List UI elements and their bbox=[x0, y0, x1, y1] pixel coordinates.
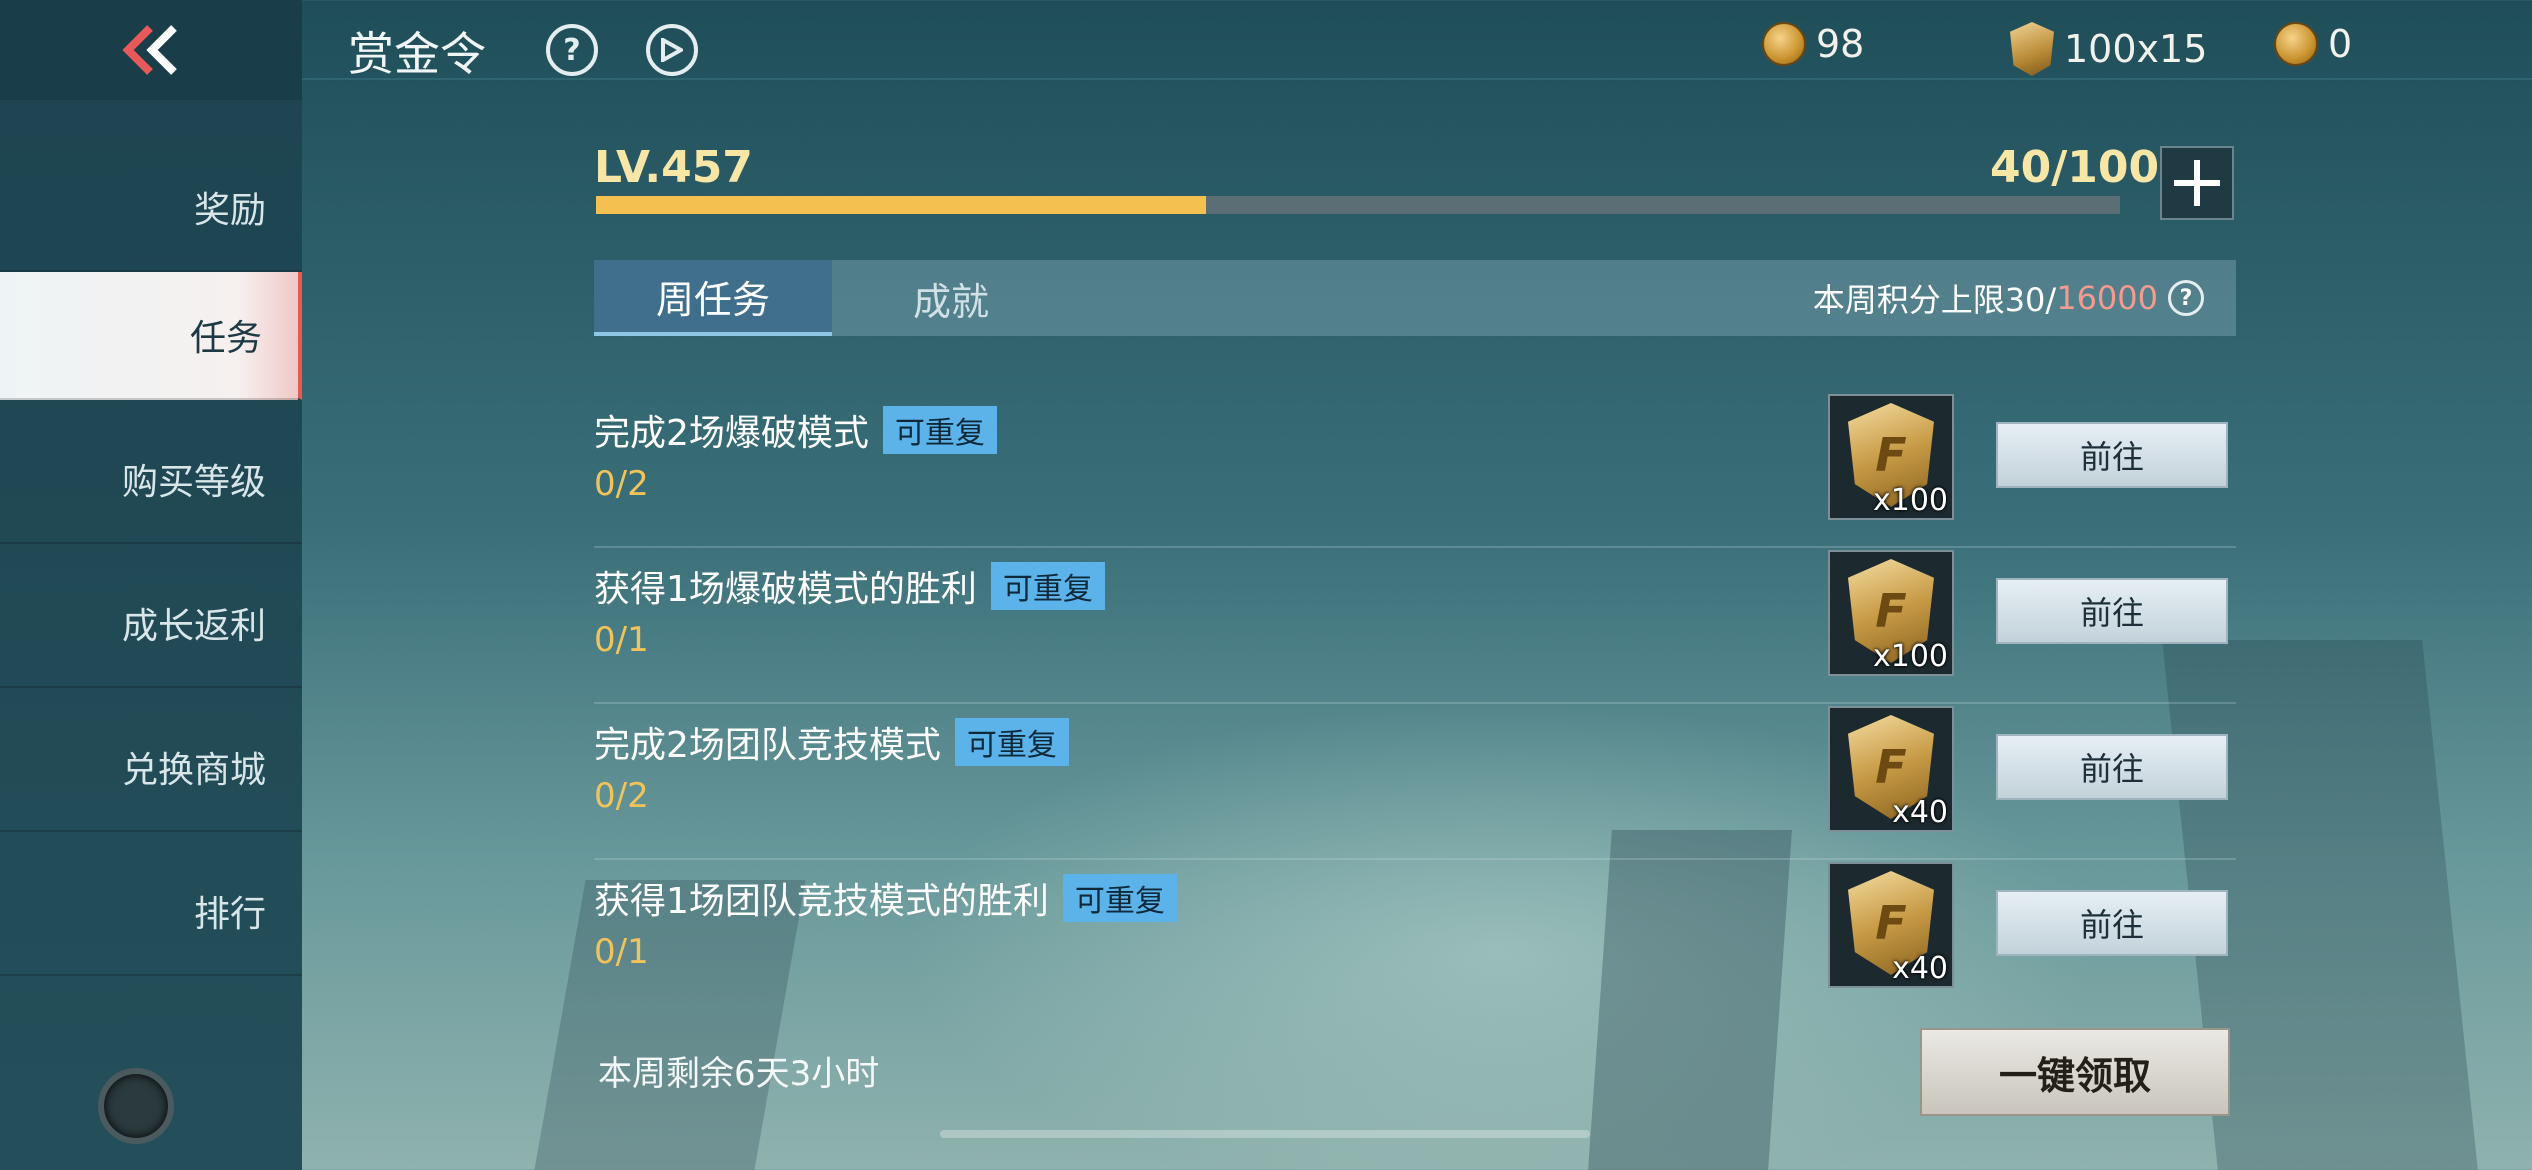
repeatable-tag: 可重复 bbox=[882, 406, 997, 454]
cf-badge-icon bbox=[2010, 22, 2054, 76]
go-button[interactable]: 前往 bbox=[1996, 734, 2228, 800]
gold-coin-icon bbox=[1762, 22, 1806, 66]
task-row: 获得1场团队竞技模式的胜利 可重复 0/1 F x40 前往 bbox=[594, 862, 2236, 1016]
buy-level-button[interactable] bbox=[2160, 146, 2234, 220]
currency-ticket[interactable]: 0 bbox=[2274, 22, 2352, 66]
reward-item[interactable]: F x40 bbox=[1828, 862, 1954, 988]
reward-item[interactable]: F x100 bbox=[1828, 550, 1954, 676]
sidebar-item-label: 奖励 bbox=[193, 190, 266, 231]
sidebar-item-label: 成长返利 bbox=[121, 606, 266, 647]
repeatable-tag: 可重复 bbox=[954, 718, 1069, 766]
task-progress: 0/2 bbox=[594, 464, 649, 504]
sidebar-item-tasks[interactable]: 任务 bbox=[0, 272, 302, 400]
question-circle-icon[interactable]: ? bbox=[2168, 280, 2204, 316]
task-title: 获得1场团队竞技模式的胜利 可重复 bbox=[594, 872, 1177, 924]
task-row: 完成2场爆破模式 可重复 0/2 F x100 前往 bbox=[594, 394, 2236, 548]
quota-max: 16000 bbox=[2056, 279, 2158, 317]
sidebar-item-label: 排行 bbox=[193, 894, 266, 935]
reward-count: x40 bbox=[1892, 795, 1948, 830]
plus-icon bbox=[2174, 160, 2220, 206]
task-title: 完成2场团队竞技模式 可重复 bbox=[594, 716, 1069, 768]
currency-value: 100x15 bbox=[2064, 27, 2208, 71]
reward-item[interactable]: F x40 bbox=[1828, 706, 1954, 832]
go-button[interactable]: 前往 bbox=[1996, 890, 2228, 956]
double-chevron-left-icon bbox=[122, 25, 177, 75]
reward-item[interactable]: F x100 bbox=[1828, 394, 1954, 520]
level-progress-text: 40/100 bbox=[1990, 142, 2160, 193]
task-row: 完成2场团队竞技模式 可重复 0/2 F x40 前往 bbox=[594, 706, 2236, 860]
claim-all-button[interactable]: 一键领取 bbox=[1920, 1028, 2230, 1116]
weekly-points-quota: 本周积分上限30/ 16000 ? bbox=[1813, 260, 2204, 336]
reward-count: x100 bbox=[1872, 639, 1948, 674]
question-circle-icon[interactable]: ? bbox=[546, 24, 598, 76]
sidebar-item-rewards[interactable]: 奖励 bbox=[0, 144, 302, 272]
task-name: 完成2场团队竞技模式 bbox=[594, 725, 941, 766]
task-name: 获得1场爆破模式的胜利 bbox=[594, 569, 977, 610]
task-title: 完成2场爆破模式 可重复 bbox=[594, 404, 997, 456]
sidebar: 奖励 任务 购买等级 成长返利 兑换商城 排行 bbox=[0, 0, 302, 1170]
task-progress: 0/1 bbox=[594, 932, 649, 972]
floating-joystick-button[interactable] bbox=[98, 1068, 174, 1144]
sidebar-item-buy-level[interactable]: 购买等级 bbox=[0, 416, 302, 544]
sidebar-item-label: 兑换商城 bbox=[121, 750, 266, 791]
level-label: LV.457 bbox=[594, 142, 753, 193]
ticket-icon bbox=[2274, 22, 2318, 66]
currency-badge[interactable]: 100x15 bbox=[2010, 22, 2207, 76]
task-row: 获得1场爆破模式的胜利 可重复 0/1 F x100 前往 bbox=[594, 550, 2236, 704]
sidebar-item-growth-rebate[interactable]: 成长返利 bbox=[0, 560, 302, 688]
task-progress: 0/1 bbox=[594, 620, 649, 660]
sidebar-item-label: 购买等级 bbox=[121, 462, 266, 503]
tab-achievements[interactable]: 成就 bbox=[832, 260, 1070, 336]
task-name: 获得1场团队竞技模式的胜利 bbox=[594, 881, 1049, 922]
task-title: 获得1场爆破模式的胜利 可重复 bbox=[594, 560, 1105, 612]
currency-gold[interactable]: 98 bbox=[1762, 22, 1864, 66]
task-progress: 0/2 bbox=[594, 776, 649, 816]
reward-count: x100 bbox=[1872, 483, 1948, 518]
home-indicator[interactable] bbox=[940, 1130, 1590, 1138]
quota-prefix: 本周积分上限30/ bbox=[1812, 281, 2057, 319]
weekly-remaining-time: 本周剩余6天3小时 bbox=[598, 1054, 880, 1094]
task-name: 完成2场爆破模式 bbox=[594, 413, 869, 454]
page-title: 赏金令 bbox=[348, 27, 486, 81]
tab-weekly-tasks[interactable]: 周任务 bbox=[594, 260, 832, 336]
reward-count: x40 bbox=[1892, 951, 1948, 986]
task-tabs: 周任务 成就 本周积分上限30/ 16000 ? bbox=[594, 260, 2236, 336]
sidebar-item-label: 任务 bbox=[189, 318, 262, 359]
level-progress-bar bbox=[596, 196, 2120, 214]
sidebar-item-ranking[interactable]: 排行 bbox=[0, 848, 302, 976]
sidebar-item-exchange-store[interactable]: 兑换商城 bbox=[0, 704, 302, 832]
level-progress-fill bbox=[596, 196, 1206, 214]
go-button[interactable]: 前往 bbox=[1996, 422, 2228, 488]
repeatable-tag: 可重复 bbox=[1062, 874, 1177, 922]
repeatable-tag: 可重复 bbox=[990, 562, 1105, 610]
play-circle-icon[interactable] bbox=[646, 24, 698, 76]
back-button[interactable] bbox=[0, 0, 302, 100]
go-button[interactable]: 前往 bbox=[1996, 578, 2228, 644]
currency-value: 98 bbox=[1816, 22, 1865, 66]
currency-value: 0 bbox=[2328, 22, 2353, 66]
